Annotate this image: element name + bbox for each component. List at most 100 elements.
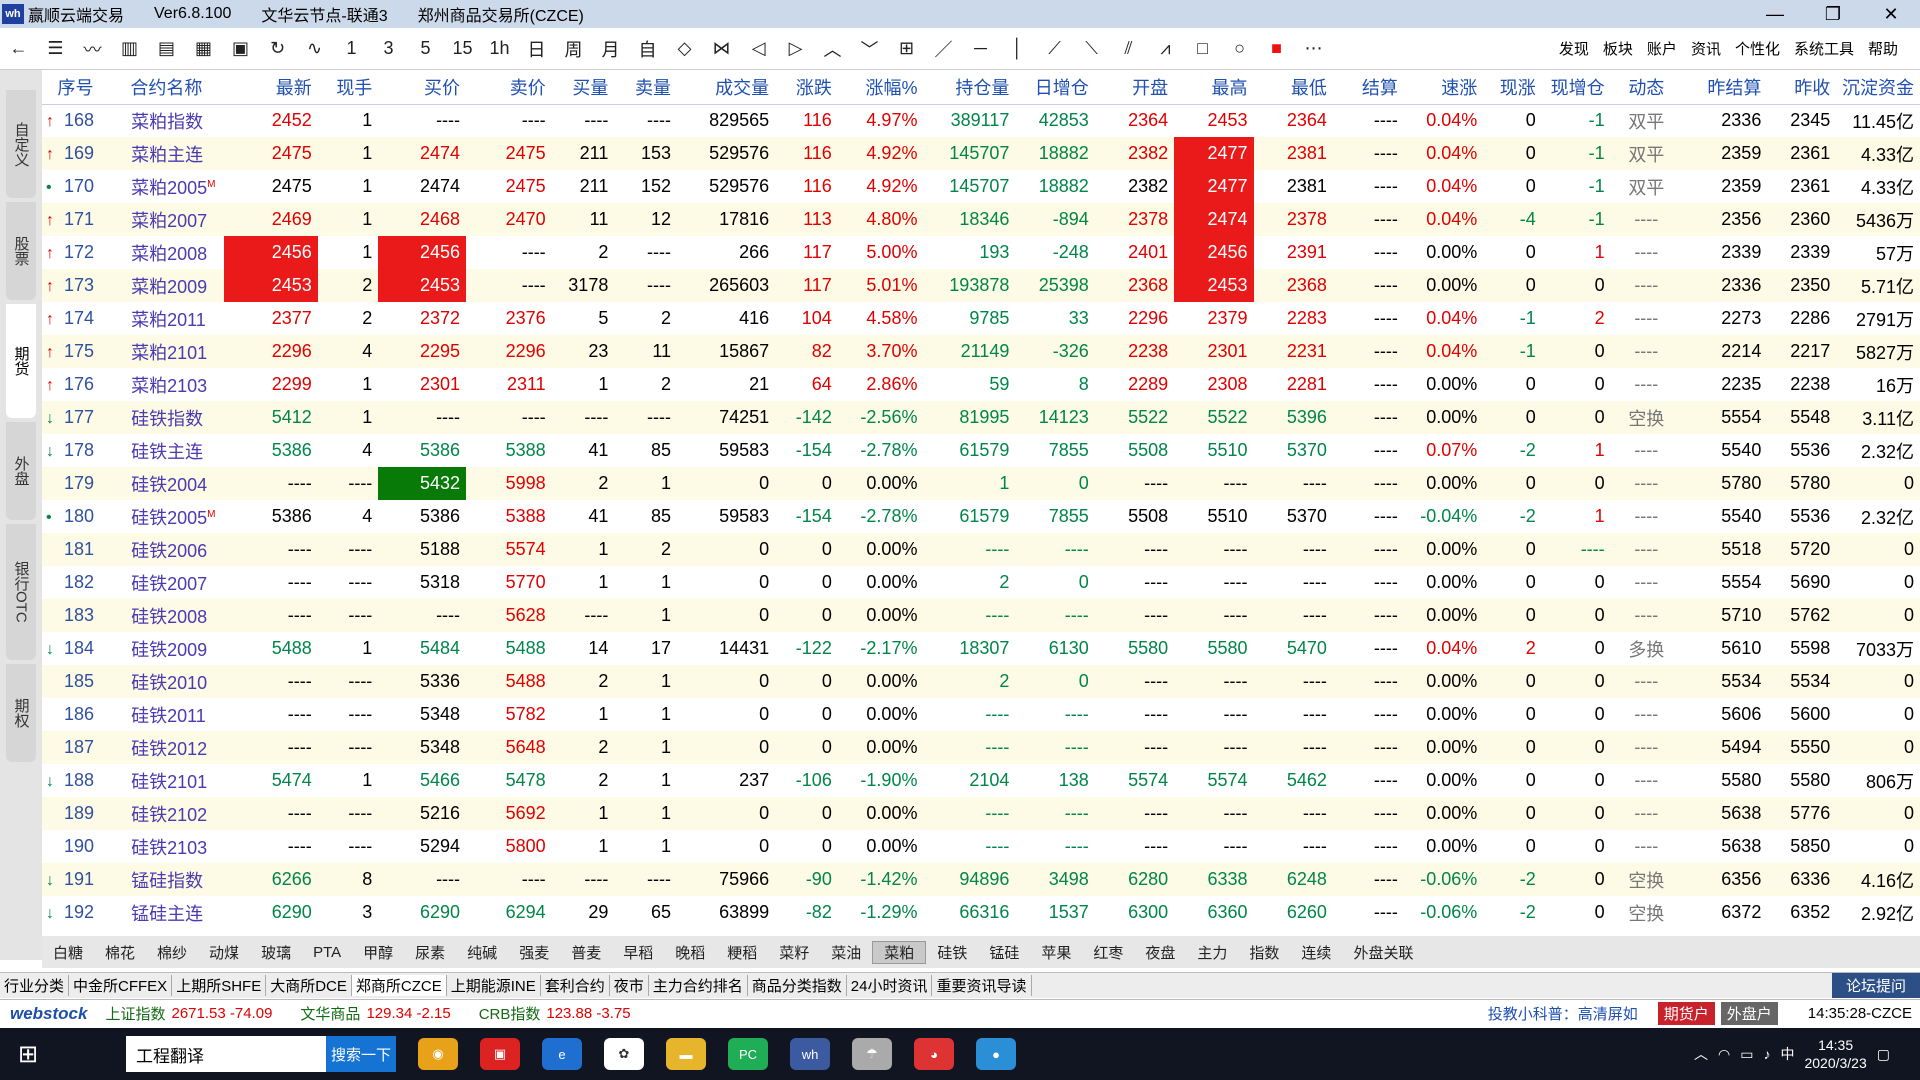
column-header[interactable]: 现增仓 xyxy=(1541,70,1611,105)
column-header[interactable]: 涨幅% xyxy=(837,70,924,105)
column-header[interactable]: 持仓量 xyxy=(923,70,1016,105)
contract-name[interactable]: 硅铁2004 xyxy=(115,467,224,500)
table-row[interactable]: ↓ 192 锰硅主连 6290 3 6290 6294 29 65 63899 -82 -1.29% 6… xyxy=(42,896,1920,929)
column-header[interactable]: 昨结算 xyxy=(1687,70,1768,105)
column-header[interactable]: 现手 xyxy=(317,70,379,105)
period-15[interactable]: 15 xyxy=(444,38,481,59)
period-5[interactable]: 5 xyxy=(407,38,444,59)
category-tab[interactable]: 指数 xyxy=(1238,942,1290,963)
category-tab[interactable]: 白糖 xyxy=(42,942,94,963)
category-tab[interactable]: 普麦 xyxy=(560,942,612,963)
ellipse-icon[interactable]: ○ xyxy=(1221,38,1258,59)
contract-name[interactable]: 锰硅主连 xyxy=(115,896,224,929)
umbrella-icon[interactable]: ☂ xyxy=(852,1038,892,1070)
period-custom[interactable]: 自 xyxy=(629,36,666,62)
table-row[interactable]: 187 硅铁2012 ---- ---- 5348 5648 2 1 0 0 0.00% ---- --… xyxy=(42,731,1920,764)
sidebar-item-otc[interactable]: 银行OTC xyxy=(6,524,36,660)
contract-name[interactable]: 硅铁2103 xyxy=(115,830,224,863)
sidebar-item-stocks[interactable]: 股票 xyxy=(6,202,36,300)
column-header[interactable]: 卖价 xyxy=(466,70,552,105)
contract-name[interactable]: 硅铁2012 xyxy=(115,731,224,764)
taskbar-search-button[interactable]: 搜索一下 xyxy=(326,1036,396,1072)
ray-down-icon[interactable]: ⟍ xyxy=(1073,38,1110,59)
color-app-icon[interactable]: ◕ xyxy=(914,1038,954,1070)
category-tab[interactable]: 粳稻 xyxy=(716,942,768,963)
exchange-tab[interactable]: 夜市 xyxy=(610,975,649,996)
contract-name[interactable]: 硅铁2007 xyxy=(115,566,224,599)
ime-indicator[interactable]: 中 xyxy=(1780,1044,1794,1064)
column-header[interactable]: 序号 xyxy=(42,70,116,105)
table-row[interactable]: • 170 菜粕2005M 2475 1 2474 2475 211 152 529576 116 4… xyxy=(42,170,1920,203)
category-tab[interactable]: 棉纱 xyxy=(146,942,198,963)
table-row[interactable]: ↑ 174 菜粕2011 2377 2 2372 2376 5 2 416 104 4.58% 9785… xyxy=(42,302,1920,335)
category-tab[interactable]: 菜油 xyxy=(820,942,872,963)
column-header[interactable]: 动态 xyxy=(1610,70,1688,105)
more-icon[interactable]: ⋯ xyxy=(1295,38,1332,59)
edge-icon[interactable]: e xyxy=(542,1038,582,1070)
layout-icon[interactable]: ⊞ xyxy=(888,38,925,59)
contract-name[interactable]: 菜粕2103 xyxy=(115,368,224,401)
contract-name[interactable]: 菜粕2007 xyxy=(115,203,224,236)
volume-icon[interactable]: ♪ xyxy=(1763,1046,1770,1062)
column-header[interactable]: 结算 xyxy=(1332,70,1404,105)
column-header[interactable]: 卖量 xyxy=(614,70,677,105)
table-row[interactable]: ↑ 172 菜粕2008 2456 1 2456 ---- 2 ---- 266 117 5.00% 1… xyxy=(42,236,1920,269)
arrow-down-icon[interactable]: ﹀ xyxy=(851,36,888,62)
ray-icon[interactable]: ⟋ xyxy=(1036,38,1073,59)
column-header[interactable]: 开盘 xyxy=(1094,70,1175,105)
minimize-icon[interactable]: — xyxy=(1746,4,1804,25)
table-row[interactable]: 190 硅铁2103 ---- ---- 5294 5800 1 1 0 0 0.00% ---- --… xyxy=(42,830,1920,863)
futures-account-button[interactable]: 期货户 xyxy=(1657,1002,1715,1025)
table-row[interactable]: 179 硅铁2004 ---- ---- 5432 5998 2 1 0 0 0.00% 1 0 ----… xyxy=(42,467,1920,500)
category-tab[interactable]: 红枣 xyxy=(1082,942,1134,963)
column-header[interactable]: 最低 xyxy=(1253,70,1333,105)
category-tab[interactable]: 强麦 xyxy=(508,942,560,963)
category-tab[interactable]: 菜粕 xyxy=(872,940,927,964)
exchange-tab[interactable]: 上期能源INE xyxy=(447,975,541,996)
contract-name[interactable]: 硅铁2006 xyxy=(115,533,224,566)
table-row[interactable]: ↑ 175 菜粕2101 2296 4 2295 2296 23 11 15867 82 3.70% 2… xyxy=(42,335,1920,368)
contract-name[interactable]: 硅铁2008 xyxy=(115,599,224,632)
column-header[interactable]: 昨收 xyxy=(1767,70,1837,105)
folder-icon[interactable]: ▬ xyxy=(666,1038,706,1070)
close-icon[interactable]: ✕ xyxy=(1862,4,1920,25)
category-tab[interactable]: 苹果 xyxy=(1030,942,1082,963)
contract-name[interactable]: 菜粕指数 xyxy=(115,104,224,137)
forum-button[interactable]: 论坛提问 xyxy=(1831,973,1920,998)
app-red-icon[interactable]: ▣ xyxy=(480,1038,520,1070)
table-row[interactable]: 189 硅铁2102 ---- ---- 5216 5692 1 1 0 0 0.00% ---- --… xyxy=(42,797,1920,830)
period-3[interactable]: 3 xyxy=(370,38,407,59)
draw-line-icon[interactable]: ／ xyxy=(925,36,962,62)
column-header[interactable]: 现涨 xyxy=(1483,70,1542,105)
category-tab[interactable]: 纯碱 xyxy=(456,942,508,963)
category-tab[interactable]: 锰硅 xyxy=(978,942,1030,963)
contract-name[interactable]: 硅铁2010 xyxy=(115,665,224,698)
parallel-icon[interactable]: ⫽ xyxy=(1110,38,1147,59)
menu-sector[interactable]: 板块 xyxy=(1603,38,1633,59)
contract-name[interactable]: 锰硅指数 xyxy=(115,863,224,896)
taskbar-clock[interactable]: 14:35 2020/3/23 xyxy=(1804,1036,1866,1072)
menu-help[interactable]: 帮助 xyxy=(1868,38,1898,59)
depth-icon[interactable]: ▦ xyxy=(185,38,222,59)
menu-tools[interactable]: 系统工具 xyxy=(1794,38,1854,59)
kline-icon[interactable]: ▥ xyxy=(111,38,148,59)
foreign-account-button[interactable]: 外盘户 xyxy=(1720,1002,1778,1025)
exchange-tab[interactable]: 商品分类指数 xyxy=(748,975,847,996)
exchange-tab[interactable]: 24小时资讯 xyxy=(847,975,933,996)
pycharm-icon[interactable]: PC xyxy=(728,1038,768,1070)
wenhua-app-icon[interactable]: wh xyxy=(790,1038,830,1070)
contract-name[interactable]: 硅铁2101 xyxy=(115,764,224,797)
refresh-icon[interactable]: ↻ xyxy=(259,38,296,59)
fenshi-icon[interactable]: ▤ xyxy=(148,38,185,59)
table-row[interactable]: ↑ 176 菜粕2103 2299 1 2301 2311 1 2 21 64 2.86% 59 8 228… xyxy=(42,368,1920,401)
contract-name[interactable]: 硅铁2011 xyxy=(115,698,224,731)
table-row[interactable]: ↓ 184 硅铁2009 5488 1 5484 5488 14 17 14431 -122 -2.1… xyxy=(42,632,1920,665)
chrome-icon[interactable]: ◉ xyxy=(418,1038,458,1070)
sidebar-item-options[interactable]: 期权 xyxy=(6,664,36,762)
period-day[interactable]: 日 xyxy=(518,36,555,62)
menu-discover[interactable]: 发现 xyxy=(1559,38,1589,59)
table-row[interactable]: ↑ 169 菜粕主连 2475 1 2474 2475 211 153 529576 116 4.92… xyxy=(42,137,1920,170)
save-icon[interactable]: ▣ xyxy=(222,38,259,59)
menu-news[interactable]: 资讯 xyxy=(1691,38,1721,59)
period-1[interactable]: 1 xyxy=(333,38,370,59)
